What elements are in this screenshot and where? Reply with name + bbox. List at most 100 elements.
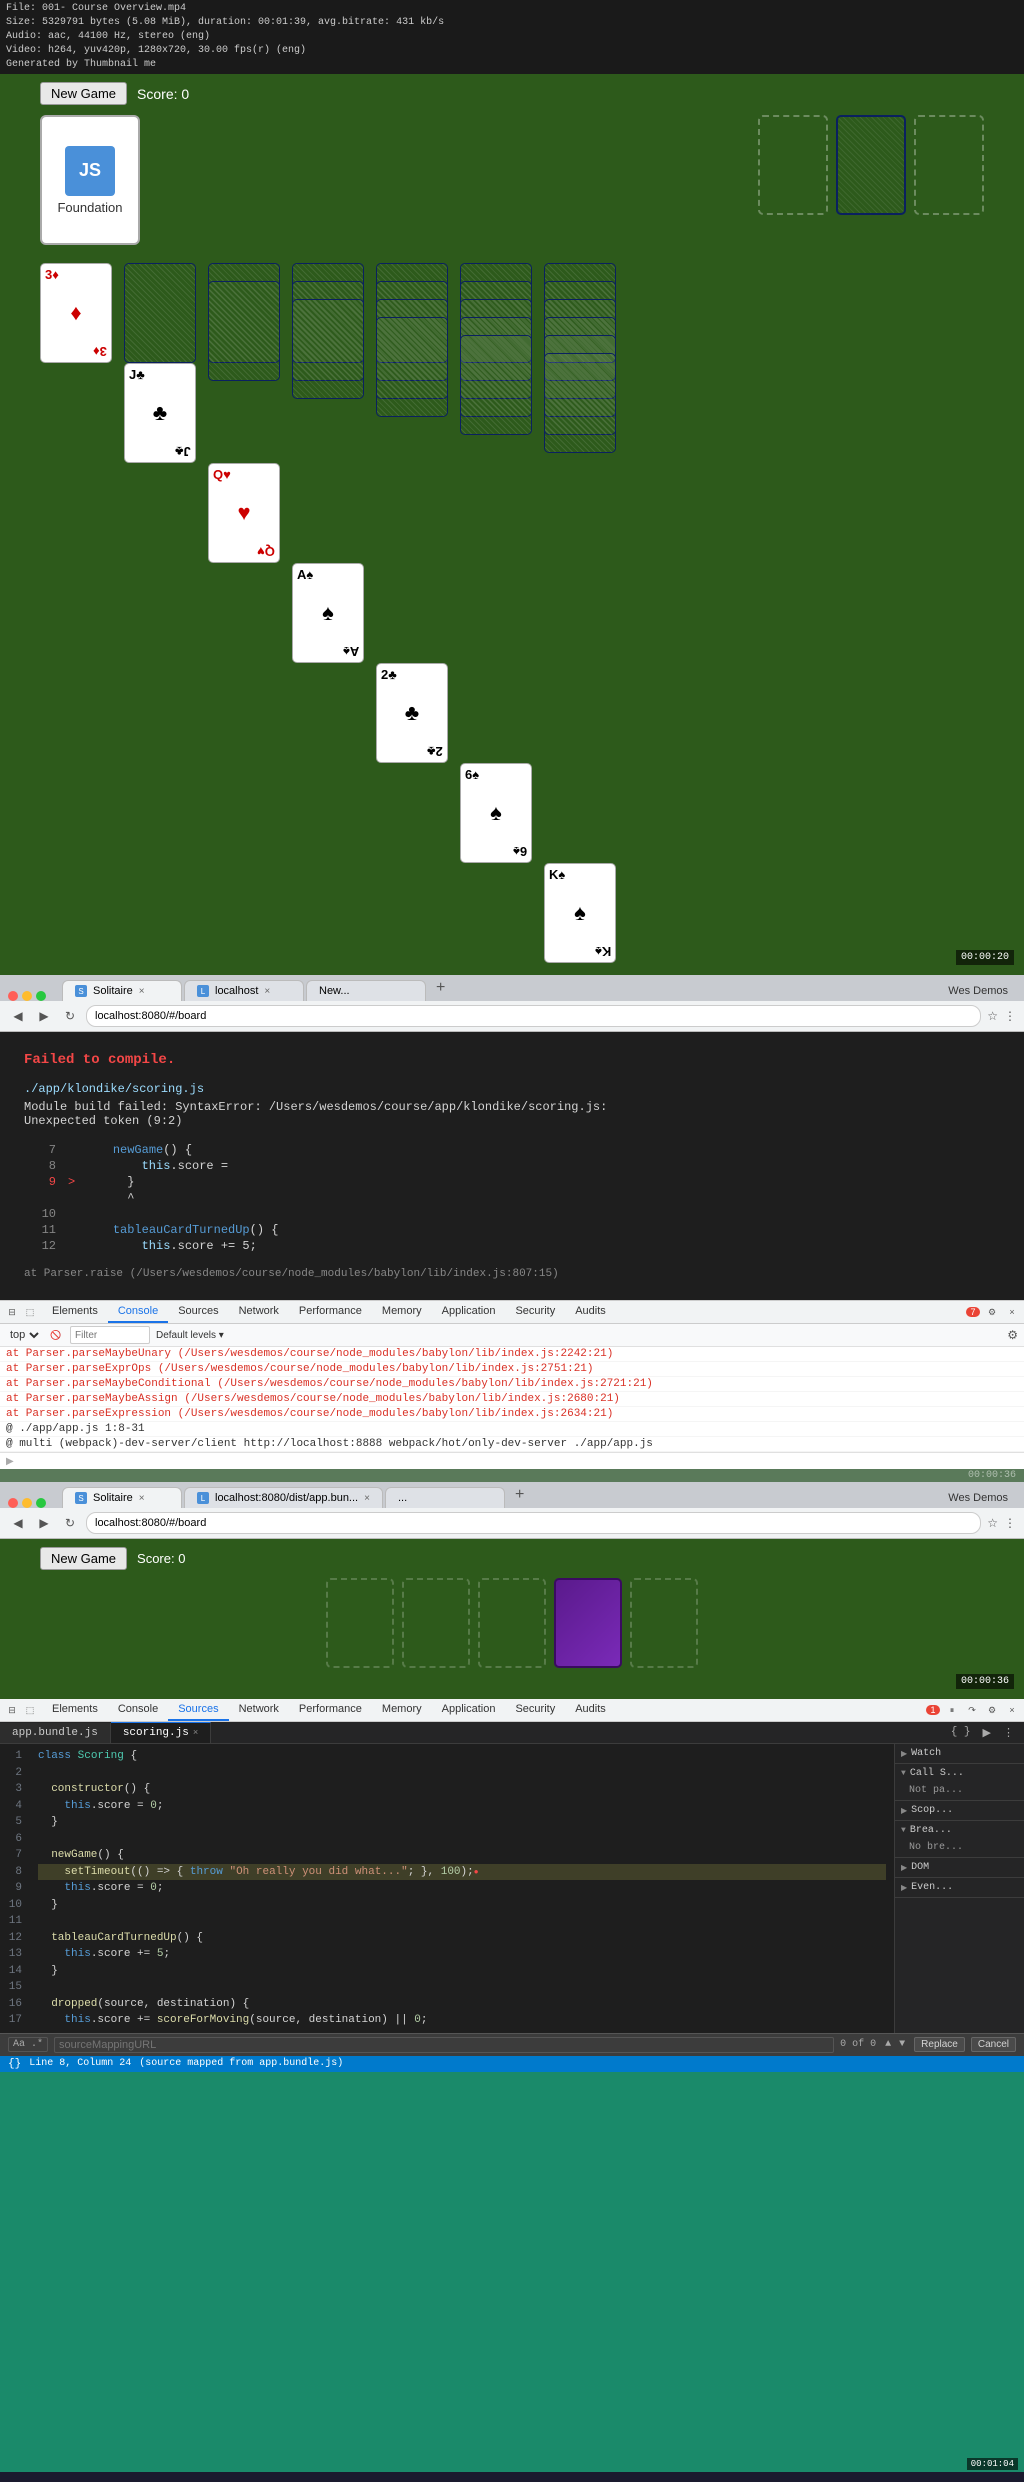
rp-dom-header[interactable]: ▶ DOM	[895, 1858, 1024, 1877]
maximize-window-button-2[interactable]	[36, 1498, 46, 1508]
replace-button[interactable]: Replace	[914, 2037, 965, 2052]
minimize-window-button[interactable]	[22, 991, 32, 1001]
refresh-button-1[interactable]: ↻	[60, 1006, 80, 1026]
devtools-inspect-button-2[interactable]: ⬚	[22, 1702, 38, 1718]
close-window-button[interactable]	[8, 991, 18, 1001]
devtools-tab-application-1[interactable]: Application	[432, 1301, 506, 1323]
card-6-spades[interactable]: 6♠ ♠ 6♠	[460, 763, 532, 863]
tab-close-localhost-2[interactable]: ×	[364, 1493, 370, 1504]
refresh-button-2[interactable]: ↻	[60, 1513, 80, 1533]
devtools2-tab-memory[interactable]: Memory	[372, 1699, 432, 1721]
console-filter-input[interactable]	[70, 1326, 150, 1344]
format-icon[interactable]: {}	[8, 2058, 21, 2070]
rp-breakpoints-header[interactable]: ▼ Brea...	[895, 1821, 1024, 1840]
devtools-inspect-button[interactable]: ⬚	[22, 1304, 38, 1320]
devtools-dock-button[interactable]: ⊟	[4, 1304, 20, 1320]
bookmark-button-1[interactable]: ☆	[987, 1009, 998, 1023]
card-K-spades[interactable]: K♠ ♠ K♠	[544, 863, 616, 963]
tab-close-solitaire[interactable]: ×	[139, 986, 145, 997]
sources-format-button[interactable]: { }	[947, 1724, 975, 1742]
devtools-tab-security-1[interactable]: Security	[505, 1301, 565, 1323]
default-levels-selector[interactable]: Default levels ▾	[156, 1330, 224, 1341]
devtools2-tab-elements[interactable]: Elements	[42, 1699, 108, 1721]
context-selector[interactable]: top	[6, 1328, 42, 1342]
devtools-tab-memory-1[interactable]: Memory	[372, 1301, 432, 1323]
rp-event-listeners-header[interactable]: ▶ Even...	[895, 1878, 1024, 1897]
devtools2-tab-console[interactable]: Console	[108, 1699, 168, 1721]
sources-tab-scoring[interactable]: scoring.js ×	[111, 1722, 211, 1743]
devtools2-pause-button[interactable]: ⏸	[944, 1702, 960, 1718]
settings-button-2[interactable]: ⋮	[1004, 1516, 1016, 1530]
tab-solitaire-2[interactable]: S Solitaire ×	[62, 1487, 182, 1508]
cancel-search-button[interactable]: Cancel	[971, 2037, 1016, 2052]
tab-solitaire-1[interactable]: S Solitaire ×	[62, 980, 182, 1001]
devtools2-tab-application[interactable]: Application	[432, 1699, 506, 1721]
devtools2-tab-audits[interactable]: Audits	[565, 1699, 616, 1721]
new-game-button-2[interactable]: New Game	[40, 1547, 127, 1570]
card-3-diamonds[interactable]: 3♦ ♦ 3♦	[40, 263, 112, 363]
back-button-2[interactable]: ◀	[8, 1513, 28, 1533]
new-tab-button-1[interactable]: +	[428, 979, 453, 1001]
search-prev-button[interactable]: ▲	[882, 2038, 894, 2051]
tab-localhost-2[interactable]: L localhost:8080/dist/app.bun... ×	[184, 1487, 383, 1508]
devtools2-tab-security[interactable]: Security	[505, 1699, 565, 1721]
card-Q-hearts[interactable]: Q♥ ♥ Q♥	[208, 463, 280, 563]
search-options[interactable]: Aa .*	[8, 2037, 48, 2052]
minimize-window-button-2[interactable]	[22, 1498, 32, 1508]
devtools-tab-console[interactable]: Console	[108, 1301, 168, 1323]
tab-extra-2[interactable]: ...	[385, 1487, 505, 1508]
devtools-tab-network-1[interactable]: Network	[229, 1301, 289, 1323]
card-back-col2[interactable]	[124, 263, 196, 363]
settings-button-1[interactable]: ⋮	[1004, 1009, 1016, 1023]
js-foundation-card[interactable]: JS Foundation	[40, 115, 140, 245]
devtools-tab-audits-1[interactable]: Audits	[565, 1301, 616, 1323]
devtools2-tab-network[interactable]: Network	[229, 1699, 289, 1721]
tab-close-solitaire-2[interactable]: ×	[139, 1493, 145, 1504]
tab-close-localhost[interactable]: ×	[264, 986, 270, 997]
devtools2-tab-sources[interactable]: Sources	[168, 1699, 228, 1721]
maximize-window-button[interactable]	[36, 991, 46, 1001]
game2-card-purple[interactable]	[554, 1578, 622, 1668]
address-bar-2[interactable]: localhost:8080/#/board	[86, 1512, 981, 1534]
address-bar-1[interactable]: localhost:8080/#/board	[86, 1005, 981, 1027]
clear-console-button[interactable]: 🚫	[48, 1327, 64, 1343]
card-2-clubs[interactable]: 2♣ ♣ 2♣	[376, 663, 448, 763]
devtools2-tab-performance[interactable]: Performance	[289, 1699, 372, 1721]
card-A-spades[interactable]: A♠ ♠ A♠	[292, 563, 364, 663]
devtools2-close-button[interactable]: ×	[1004, 1702, 1020, 1718]
devtools-settings-button[interactable]: ⚙	[984, 1304, 1000, 1320]
tab-new-1[interactable]: New...	[306, 980, 426, 1001]
devtools-tab-sources-1[interactable]: Sources	[168, 1301, 228, 1323]
sources-tab-close-scoring[interactable]: ×	[193, 1728, 198, 1738]
devtools-tab-bar-2: ⊟ ⬚ Elements Console Sources Network Per…	[0, 1699, 1024, 1722]
devtools-close-button[interactable]: ×	[1004, 1304, 1020, 1320]
console-settings-button[interactable]: ⚙	[1007, 1328, 1018, 1342]
sources-more-button[interactable]: ⋮	[999, 1724, 1018, 1742]
close-window-button-2[interactable]	[8, 1498, 18, 1508]
tab-localhost-1[interactable]: L localhost ×	[184, 980, 304, 1001]
profile-button-2[interactable]: Wes Demos	[940, 1488, 1016, 1508]
devtools-tab-performance-1[interactable]: Performance	[289, 1301, 372, 1323]
rp-call-stack-header[interactable]: ▼ Call S...	[895, 1764, 1024, 1783]
devtools-tab-elements[interactable]: Elements	[42, 1301, 108, 1323]
rp-watch-header[interactable]: ▶ Watch	[895, 1744, 1024, 1763]
new-tab-button-2[interactable]: +	[507, 1486, 532, 1508]
stock-card-back[interactable]	[836, 115, 906, 215]
sources-run-button[interactable]: ▶	[979, 1724, 995, 1742]
back-button-1[interactable]: ◀	[8, 1006, 28, 1026]
search-next-button[interactable]: ▼	[896, 2038, 908, 2051]
new-game-button-1[interactable]: New Game	[40, 82, 127, 105]
search-input-sources[interactable]	[54, 2037, 834, 2053]
devtools2-settings-button[interactable]: ⚙	[984, 1702, 1000, 1718]
code-editor[interactable]: class Scoring { constructor() { this.sco…	[30, 1744, 894, 2033]
console-input[interactable]	[18, 1455, 1018, 1467]
devtools2-step-button[interactable]: ↷	[964, 1702, 980, 1718]
forward-button-1[interactable]: ▶	[34, 1006, 54, 1026]
profile-button-1[interactable]: Wes Demos	[940, 981, 1016, 1001]
sources-tab-app-bundle[interactable]: app.bundle.js	[0, 1723, 111, 1743]
devtools-dock-button-2[interactable]: ⊟	[4, 1702, 20, 1718]
bookmark-button-2[interactable]: ☆	[987, 1516, 998, 1530]
forward-button-2[interactable]: ▶	[34, 1513, 54, 1533]
rp-scope-header[interactable]: ▶ Scop...	[895, 1801, 1024, 1820]
card-J-clubs[interactable]: J♣ ♣ J♣	[124, 363, 196, 463]
